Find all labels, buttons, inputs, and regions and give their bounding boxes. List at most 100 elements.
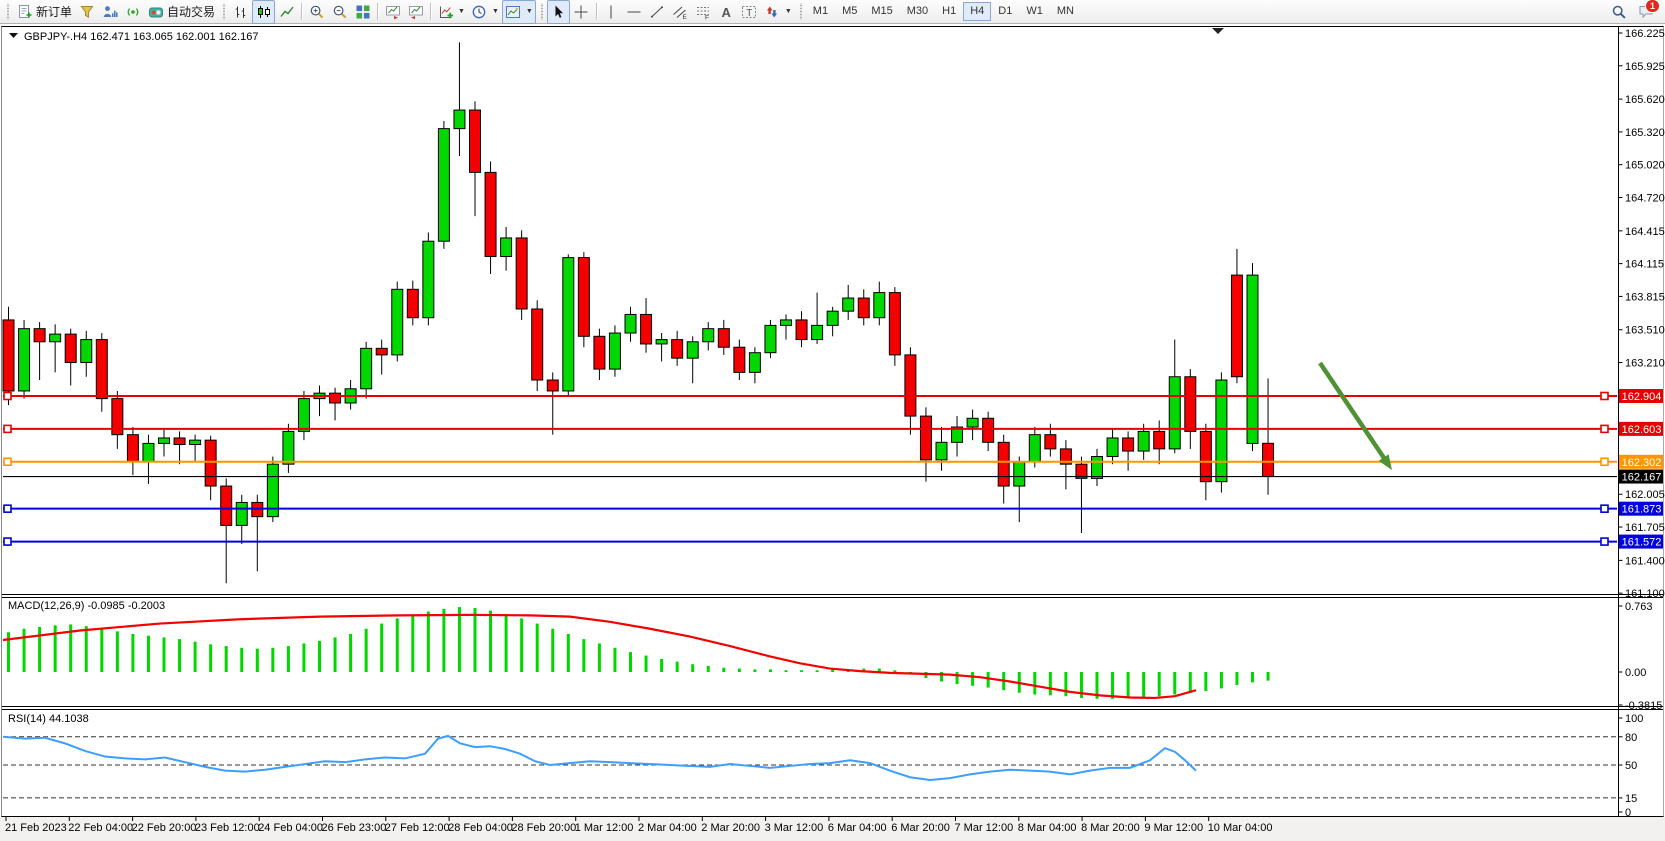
candle-body — [159, 438, 170, 443]
new-order-label: 新订单 — [36, 3, 72, 20]
candle-body — [563, 258, 574, 391]
line-anchor-handle[interactable] — [1601, 392, 1608, 399]
time-tick-label: 8 Mar 20:00 — [1081, 822, 1140, 834]
hline-button[interactable] — [623, 0, 646, 24]
price-chart[interactable]: 162.904162.603162.302161.873161.572162.1… — [0, 24, 1665, 841]
svg-text:F: F — [705, 14, 709, 20]
line-anchor-handle[interactable] — [4, 425, 11, 432]
arrows-button[interactable]: ▼ — [761, 0, 795, 24]
bar-chart-button[interactable] — [229, 0, 252, 24]
candle-body — [672, 340, 683, 359]
tile-windows-button[interactable] — [351, 0, 374, 24]
dropdown-caret-icon[interactable]: ▼ — [526, 8, 533, 15]
text-button[interactable]: A — [715, 0, 738, 24]
search-icon — [1610, 3, 1627, 20]
candle-body — [1107, 438, 1118, 457]
toolbar-separator — [596, 3, 597, 20]
candle-body — [470, 110, 481, 172]
profile-next-button[interactable] — [381, 0, 404, 24]
candle-body — [656, 340, 667, 344]
cursor-button[interactable] — [547, 0, 570, 24]
time-tick-label: 27 Feb 12:00 — [385, 822, 450, 834]
zoom-out-button[interactable] — [328, 0, 351, 24]
fibonacci-button[interactable]: F — [692, 0, 715, 24]
candle-body — [516, 238, 527, 309]
candle-body — [874, 293, 885, 318]
person-chart-button[interactable] — [98, 0, 121, 24]
timeframe-m30-button[interactable]: M30 — [900, 2, 935, 21]
candle-body — [1185, 377, 1196, 432]
price-level-badge-text: 162.904 — [1622, 391, 1662, 403]
period-button[interactable]: ▼ — [468, 0, 502, 24]
line-anchor-handle[interactable] — [1601, 538, 1608, 545]
candle-body — [998, 442, 1009, 486]
line-anchor-handle[interactable] — [4, 505, 11, 512]
chat-icon: 1 — [1637, 3, 1654, 20]
search-button[interactable] — [1607, 0, 1630, 24]
timeframe-mn-button[interactable]: MN — [1050, 2, 1081, 21]
funnel-icon — [78, 3, 95, 20]
candle-body — [1247, 275, 1258, 443]
line-anchor-handle[interactable] — [4, 458, 11, 465]
signal-icon — [124, 3, 141, 20]
funnel-button[interactable] — [75, 0, 98, 24]
candle-body — [438, 129, 449, 242]
timeframe-m1-button[interactable]: M1 — [806, 2, 835, 21]
template-button[interactable]: ▼ — [502, 0, 536, 24]
line-anchor-handle[interactable] — [1601, 425, 1608, 432]
crosshair-button[interactable] — [570, 0, 593, 24]
cursor-icon — [550, 3, 567, 20]
candle-body — [190, 440, 201, 444]
candle-body — [143, 443, 154, 462]
line-anchor-handle[interactable] — [1601, 505, 1608, 512]
rsi-scale-label: 100 — [1625, 713, 1643, 725]
price-tick-label: 164.720 — [1625, 192, 1665, 204]
price-tick-label: 161.400 — [1625, 555, 1665, 567]
candle-body — [843, 298, 854, 311]
macd-scale-label: 0.763 — [1625, 601, 1653, 613]
timeframe-m5-button[interactable]: M5 — [835, 2, 864, 21]
candle-body — [423, 241, 434, 318]
rsi-scale-label: 80 — [1625, 732, 1637, 744]
line-chart-button[interactable] — [275, 0, 298, 24]
candle-body — [781, 320, 792, 325]
dropdown-caret-icon[interactable]: ▼ — [492, 8, 499, 15]
dropdown-caret-icon[interactable]: ▼ — [785, 8, 792, 15]
dropdown-caret-icon[interactable]: ▼ — [458, 8, 465, 15]
text-label-button[interactable]: T — [738, 0, 761, 24]
add-indicator-button[interactable]: ▼ — [434, 0, 468, 24]
toolbar-right-group: 1 — [1607, 0, 1657, 24]
notification-badge: 1 — [1645, 0, 1660, 13]
new-order-button[interactable]: 新订单 — [13, 0, 75, 24]
signal-button[interactable] — [121, 0, 144, 24]
trendline-button[interactable] — [646, 0, 669, 24]
profile-prev-button[interactable] — [404, 0, 427, 24]
time-tick-label: 21 Feb 2023 — [5, 822, 67, 834]
time-tick-label: 2 Mar 04:00 — [638, 822, 697, 834]
channel-button[interactable]: E — [669, 0, 692, 24]
timeframe-d1-button[interactable]: D1 — [991, 2, 1019, 21]
timeframe-h4-button[interactable]: H4 — [963, 2, 991, 21]
line-anchor-handle[interactable] — [4, 392, 11, 399]
zoom-in-button[interactable] — [305, 0, 328, 24]
timeframe-m15-button[interactable]: M15 — [864, 2, 899, 21]
candle-body — [96, 340, 107, 399]
candle-body — [1231, 275, 1242, 377]
timeframe-w1-button[interactable]: W1 — [1019, 2, 1050, 21]
autotrade-button[interactable]: 自动交易 — [144, 0, 218, 24]
candle-body — [1045, 435, 1056, 449]
candle-body — [485, 172, 496, 256]
price-level-badge-text: 162.603 — [1622, 424, 1662, 436]
line-anchor-handle[interactable] — [4, 538, 11, 545]
toolbar-separator — [430, 3, 431, 20]
line-anchor-handle[interactable] — [1601, 458, 1608, 465]
vline-button[interactable] — [600, 0, 623, 24]
candle-body — [827, 311, 838, 325]
chat-button[interactable]: 1 — [1634, 0, 1657, 24]
candle-body — [65, 334, 76, 362]
time-tick-label: 3 Mar 12:00 — [765, 822, 824, 834]
candle-body — [547, 380, 558, 391]
candles-button[interactable] — [252, 0, 275, 24]
time-tick-label: 28 Feb 20:00 — [511, 822, 576, 834]
timeframe-h1-button[interactable]: H1 — [935, 2, 963, 21]
